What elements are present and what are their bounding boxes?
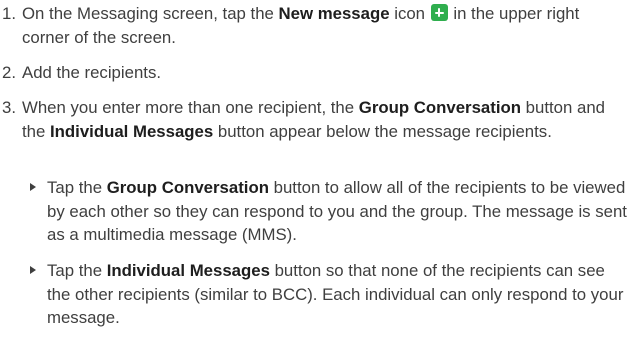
step-text-segment: On the Messaging screen, tap the [22, 4, 279, 23]
step-number: 1. [2, 4, 16, 23]
bullet-individual-messages: Tap the Individual Messages button so th… [30, 259, 630, 330]
step-text-segment: button appear below the message recipien… [213, 121, 552, 141]
step-text: When you enter more than one recipient, … [22, 96, 620, 143]
step-number: 3. [2, 98, 16, 117]
bullet-group-conversation: Tap the Group Conversation button to all… [30, 176, 630, 247]
individual-messages-label: Individual Messages [50, 121, 214, 141]
step-1: 1. On the Messaging screen, tap the New … [0, 2, 620, 49]
group-conversation-label: Group Conversation [106, 178, 269, 197]
bullet-arrow-icon [30, 266, 36, 274]
bullet-text-segment: Tap the [47, 261, 107, 280]
step-2: 2. Add the recipients. [0, 61, 620, 85]
new-message-plus-icon [430, 4, 448, 21]
step-text: Add the recipients. [22, 63, 161, 82]
step-number: 2. [2, 63, 16, 82]
bullet-text-segment: Tap the [47, 178, 107, 197]
step-text: On the Messaging screen, tap the New mes… [22, 2, 620, 49]
new-message-label: New message [278, 4, 390, 23]
bullet-arrow-icon [30, 183, 36, 191]
group-conversation-label: Group Conversation [358, 98, 521, 117]
step-3: 3. When you enter more than one recipien… [0, 96, 620, 143]
bullet-text: Tap the Individual Messages button so th… [47, 259, 630, 330]
individual-messages-label: Individual Messages [106, 261, 270, 280]
step-text-segment: When you enter more than one recipient, … [22, 98, 359, 117]
bullet-text: Tap the Group Conversation button to all… [47, 176, 630, 247]
step-text-segment: icon [389, 4, 430, 23]
